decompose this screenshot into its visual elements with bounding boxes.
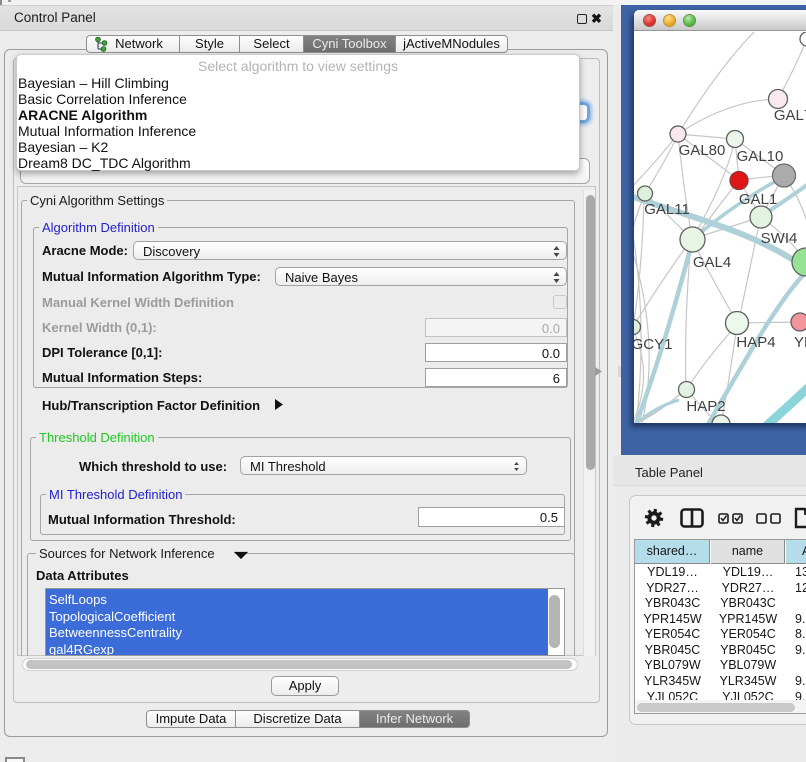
svg-text:GCY1: GCY1 (634, 336, 672, 353)
svg-text:SWI4: SWI4 (761, 230, 798, 247)
svg-text:GAL4: GAL4 (693, 254, 731, 271)
svg-text:HAP2: HAP2 (686, 398, 725, 415)
svg-text:GAL10: GAL10 (737, 148, 784, 165)
svg-text:YE: YE (794, 334, 806, 351)
svg-text:HAP4: HAP4 (736, 334, 775, 351)
svg-text:GAL7: GAL7 (774, 107, 806, 124)
svg-text:GAL1: GAL1 (739, 191, 777, 208)
svg-text:GAL11: GAL11 (644, 201, 690, 218)
svg-text:GAL80: GAL80 (679, 142, 726, 159)
